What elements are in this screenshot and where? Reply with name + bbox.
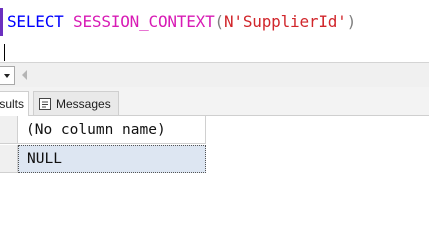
tab-results[interactable]: sults: [0, 91, 29, 116]
query-line[interactable]: SELECT SESSION_CONTEXT(N'SupplierId'): [7, 12, 356, 31]
row-header[interactable]: [0, 145, 18, 173]
result-cell[interactable]: NULL: [18, 145, 206, 173]
chevron-down-icon: [4, 73, 10, 78]
column-header[interactable]: (No column name): [18, 116, 206, 144]
sql-string-literal: N'SupplierId': [223, 12, 347, 31]
tab-results-label: sults: [0, 97, 24, 111]
open-paren: (: [214, 12, 225, 31]
sql-keyword: SELECT: [7, 12, 64, 31]
results-grid: (No column name) NULL: [0, 116, 429, 216]
sql-function: SESSION_CONTEXT: [73, 12, 215, 31]
zoom-dropdown[interactable]: [0, 66, 15, 85]
close-paren: ): [346, 12, 357, 31]
messages-icon: [39, 97, 51, 110]
tab-messages-label: Messages: [56, 96, 111, 111]
text-cursor: [4, 44, 5, 61]
corner-header[interactable]: [0, 116, 18, 144]
scroll-left-icon[interactable]: [22, 70, 27, 80]
tab-messages[interactable]: Messages: [33, 91, 119, 115]
editor-status-strip: [0, 62, 429, 87]
results-tab-bar: sults Messages: [0, 87, 429, 116]
query-editor[interactable]: SELECT SESSION_CONTEXT(N'SupplierId'): [0, 0, 429, 62]
change-tracking-bar: [0, 8, 3, 36]
